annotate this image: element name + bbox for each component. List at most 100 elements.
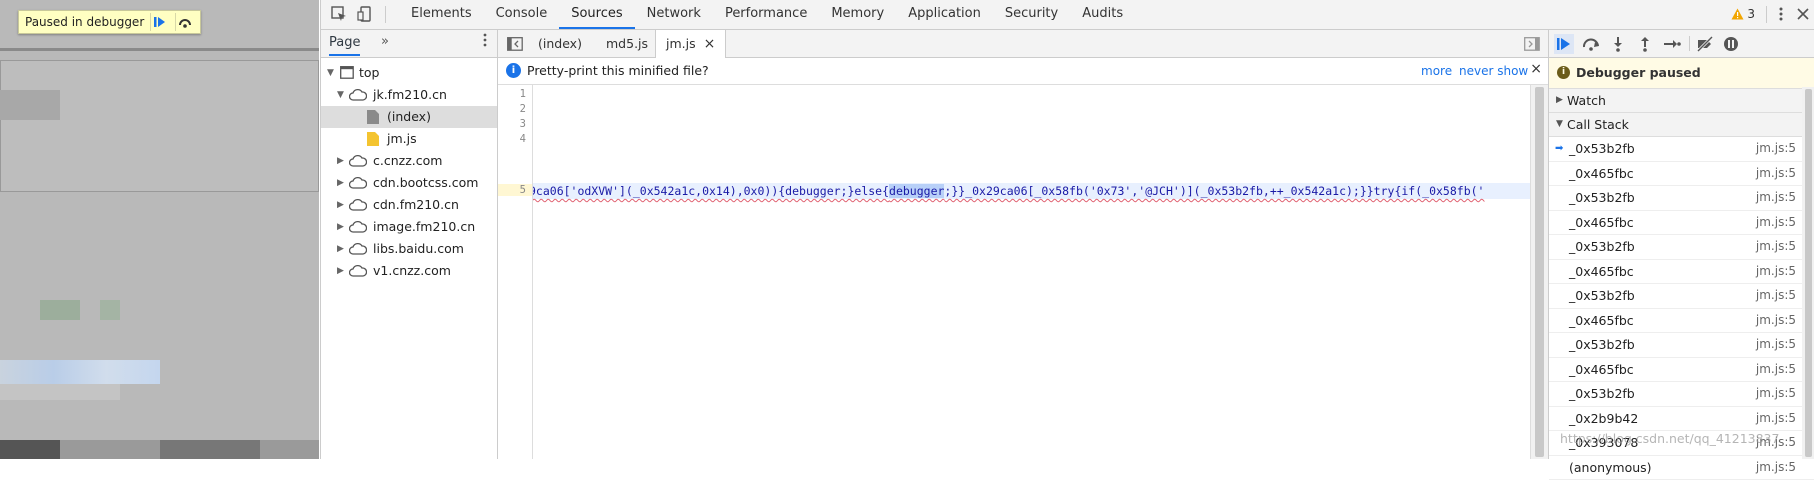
tree-node-domain[interactable]: ▶ image.fm210.cn	[321, 216, 497, 238]
watermark-text: https://blog.csdn.net/qq_41213837	[1560, 431, 1779, 446]
line-number-gutter[interactable]: 1 2 3 4 5	[498, 85, 533, 459]
collapse-triangle-icon[interactable]: ▶	[337, 194, 344, 216]
frame-location[interactable]: jm.js:5	[1756, 309, 1796, 333]
callstack-section-header[interactable]: ▼ Call Stack	[1549, 113, 1814, 137]
frame-location[interactable]: jm.js:5	[1756, 211, 1796, 235]
cloud-icon	[349, 242, 367, 255]
tree-node-domain[interactable]: ▶ cdn.fm210.cn	[321, 194, 497, 216]
tree-node-domain[interactable]: ▶ c.cnzz.com	[321, 150, 497, 172]
paused-label: Paused in debugger	[25, 15, 144, 29]
tab-application[interactable]: Application	[896, 0, 993, 29]
callstack-frame[interactable]: (anonymous) jm.js:5	[1549, 456, 1814, 480]
callstack-frame[interactable]: _0x465fbc jm.js:5	[1549, 211, 1814, 236]
deactivate-breakpoints-button[interactable]	[1695, 34, 1715, 54]
pause-on-exceptions-button[interactable]	[1721, 34, 1741, 54]
step-into-button[interactable]	[1608, 34, 1628, 54]
tree-label: cdn.fm210.cn	[373, 194, 459, 216]
collapse-triangle-icon[interactable]: ▶	[337, 172, 344, 194]
tree-label: cdn.bootcss.com	[373, 172, 478, 194]
collapse-triangle-icon[interactable]: ▶	[337, 260, 344, 282]
step-over-overlay-button[interactable]	[175, 13, 194, 31]
callstack-frame[interactable]: _0x465fbc jm.js:5	[1549, 162, 1814, 187]
editor-tab-jm[interactable]: jm.js ×	[655, 30, 726, 58]
collapse-triangle-icon[interactable]: ▶	[337, 150, 344, 172]
resume-overlay-button[interactable]	[150, 13, 169, 31]
page-blurred-block	[40, 300, 80, 320]
step-over-button[interactable]	[1581, 34, 1601, 54]
sidebar-scrollbar[interactable]	[1802, 87, 1814, 459]
resume-button[interactable]	[1554, 34, 1574, 54]
step-button[interactable]	[1662, 34, 1682, 54]
tab-audits[interactable]: Audits	[1070, 0, 1135, 29]
frame-location[interactable]: jm.js:5	[1756, 137, 1796, 161]
expand-triangle-icon[interactable]: ▼	[327, 62, 334, 84]
frame-location[interactable]: jm.js:5	[1756, 358, 1796, 382]
callstack-frame[interactable]: _0x53b2fb jm.js:5	[1549, 235, 1814, 260]
collapse-triangle-icon[interactable]: ▶	[337, 216, 344, 238]
more-options-icon[interactable]	[1773, 6, 1789, 22]
cloud-icon	[349, 176, 367, 189]
frame-location[interactable]: jm.js:5	[1756, 407, 1796, 431]
tree-label: jk.fm210.cn	[373, 84, 447, 106]
collapse-triangle-icon[interactable]: ▶	[337, 238, 344, 260]
tab-page[interactable]: Page	[329, 35, 360, 56]
infobar-more-link[interactable]: more	[1421, 64, 1452, 78]
watch-section-header[interactable]: ▶ Watch	[1549, 89, 1814, 113]
scrollbar-thumb[interactable]	[1535, 87, 1544, 457]
toggle-navigator-icon[interactable]	[507, 37, 523, 51]
tab-sources[interactable]: Sources	[559, 0, 634, 29]
frame-location[interactable]: jm.js:5	[1756, 333, 1796, 357]
tree-node-file-index[interactable]: (index)	[321, 106, 497, 128]
tree-node-domain[interactable]: ▶ cdn.bootcss.com	[321, 172, 497, 194]
tab-memory[interactable]: Memory	[819, 0, 896, 29]
step-out-button[interactable]	[1635, 34, 1655, 54]
device-toolbar-icon[interactable]	[357, 6, 373, 22]
callstack-frame[interactable]: ➡ _0x53b2fb jm.js:5	[1549, 137, 1814, 162]
tab-security[interactable]: Security	[993, 0, 1070, 29]
editor-tab-md5[interactable]: md5.js	[606, 30, 648, 57]
expand-triangle-icon[interactable]: ▼	[337, 84, 344, 106]
frame-location[interactable]: jm.js:5	[1756, 382, 1796, 406]
step-over-icon	[1582, 37, 1600, 51]
warnings-counter[interactable]: 3	[1731, 7, 1755, 21]
tree-node-file-jm[interactable]: jm.js	[321, 128, 497, 150]
inspect-element-icon[interactable]	[331, 6, 347, 22]
frame-location[interactable]: jm.js:5	[1756, 235, 1796, 259]
tree-node-domain[interactable]: ▶ v1.cnzz.com	[321, 260, 497, 282]
more-tabs-button[interactable]: »	[381, 34, 389, 49]
callstack-frame[interactable]: _0x53b2fb jm.js:5	[1549, 333, 1814, 358]
callstack-frame[interactable]: _0x53b2fb jm.js:5	[1549, 382, 1814, 407]
toggle-debugger-icon[interactable]	[1524, 37, 1540, 51]
editor-tab-index[interactable]: (index)	[538, 30, 582, 57]
code-area[interactable]: 9ca06['odXVW'](_0x542a1c,0x14),0x0)){deb…	[533, 85, 1530, 459]
callstack-frame[interactable]: _0x53b2fb jm.js:5	[1549, 284, 1814, 309]
callstack-frame[interactable]: _0x465fbc jm.js:5	[1549, 260, 1814, 285]
callstack-frame[interactable]: _0x465fbc jm.js:5	[1549, 358, 1814, 383]
frame-location[interactable]: jm.js:5	[1756, 456, 1796, 480]
tree-node-top[interactable]: ▼ top	[321, 62, 497, 84]
editor-scrollbar[interactable]	[1530, 85, 1549, 459]
code-text: 9ca06['odXVW'](_0x542a1c,0x14),0x0)){deb…	[533, 184, 889, 198]
callstack-frame[interactable]: _0x53b2fb jm.js:5	[1549, 186, 1814, 211]
frame-function: _0x53b2fb	[1569, 235, 1635, 259]
tab-performance[interactable]: Performance	[713, 0, 819, 29]
tree-node-domain[interactable]: ▶ libs.baidu.com	[321, 238, 497, 260]
toolbar-divider	[385, 6, 386, 23]
infobar-close-icon[interactable]: ×	[1530, 61, 1542, 77]
infobar-never-show-link[interactable]: never show	[1459, 64, 1528, 78]
tab-network[interactable]: Network	[635, 0, 713, 29]
close-tab-icon[interactable]: ×	[704, 36, 716, 52]
frame-location[interactable]: jm.js:5	[1756, 284, 1796, 308]
tab-console[interactable]: Console	[484, 0, 560, 29]
code-line-5[interactable]: 9ca06['odXVW'](_0x542a1c,0x14),0x0)){deb…	[533, 183, 1484, 199]
navigator-menu-icon[interactable]	[483, 33, 487, 47]
tree-node-domain[interactable]: ▼ jk.fm210.cn	[321, 84, 497, 106]
frame-location[interactable]: jm.js:5	[1756, 162, 1796, 186]
tab-elements[interactable]: Elements	[399, 0, 484, 29]
callstack-frame[interactable]: _0x465fbc jm.js:5	[1549, 309, 1814, 334]
callstack-frame[interactable]: _0x2b9b42 jm.js:5	[1549, 407, 1814, 432]
frame-location[interactable]: jm.js:5	[1756, 260, 1796, 284]
close-devtools-icon[interactable]	[1795, 6, 1811, 22]
scrollbar-thumb[interactable]	[1805, 89, 1812, 457]
frame-location[interactable]: jm.js:5	[1756, 186, 1796, 210]
